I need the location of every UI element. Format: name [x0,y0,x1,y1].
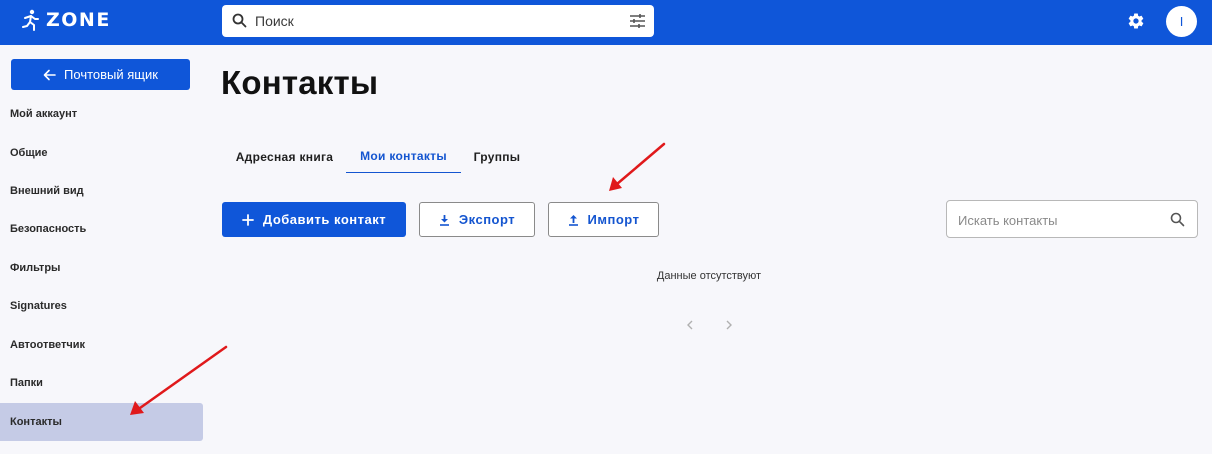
running-person-icon [22,9,39,31]
tab-groups[interactable]: Группы [463,140,531,173]
sidebar-item-general[interactable]: Общие [0,134,203,172]
import-button[interactable]: Импорт [548,202,659,237]
sidebar-item-signatures[interactable]: Signatures [0,287,203,325]
gear-icon[interactable] [1127,12,1145,30]
top-bar: ZONE I [0,0,1212,45]
next-page-button[interactable] [721,317,737,333]
page-title: Контакты [221,64,379,101]
search-icon[interactable] [1170,212,1185,227]
sidebar-item-label: Мой аккаунт [10,108,78,120]
sidebar-item-filters[interactable]: Фильтры [0,249,203,287]
sidebar-item-label: Фильтры [10,262,61,274]
prev-page-button[interactable] [682,317,698,333]
tab-my-contacts[interactable]: Мои контакты [346,140,461,173]
sidebar-item-label: Папки [10,377,43,389]
mailbox-back-button[interactable]: Почтовый ящик [11,59,190,90]
import-label: Импорт [587,212,640,227]
search-icon [232,13,247,28]
logo-text: ZONE [46,9,111,31]
sidebar-item-folders[interactable]: Папки [0,364,203,402]
sidebar-item-appearance[interactable]: Внешний вид [0,172,203,210]
sidebar-item-autoresponder[interactable]: Автоответчик [0,326,203,364]
export-label: Экспорт [458,212,516,227]
tab-address-book[interactable]: Адресная книга [224,140,345,173]
add-contact-label: Добавить контакт [262,212,387,227]
arrow-left-icon [43,69,56,80]
annotation-arrow-import [609,142,666,191]
zone-logo[interactable]: ZONE [22,8,111,32]
contact-search-input[interactable] [958,210,1158,230]
filter-settings-icon[interactable] [629,13,646,29]
sidebar-item-label: Signatures [10,300,67,312]
search-input[interactable] [255,11,605,31]
global-search[interactable] [222,5,654,37]
contact-search[interactable] [946,200,1198,238]
add-contact-button[interactable]: Добавить контакт [222,202,406,237]
sidebar-item-label: Автоответчик [10,339,85,351]
sidebar-item-contacts[interactable]: Контакты [0,403,203,441]
download-icon [439,214,449,226]
sidebar-item-label: Общие [10,147,48,159]
tab-label: Группы [473,149,521,164]
sidebar-item-my-account[interactable]: Мой аккаунт [0,95,203,133]
sidebar-item-label: Безопасность [10,223,87,235]
tab-label: Адресная книга [235,149,334,164]
chevron-right-icon [726,320,732,330]
tab-label: Мои контакты [360,149,447,163]
plus-icon [242,213,254,226]
sidebar-item-security[interactable]: Безопасность [0,210,203,248]
sidebar-item-label: Внешний вид [10,185,84,197]
empty-state-message: Данные отсутствуют [656,270,762,282]
export-button[interactable]: Экспорт [419,202,535,237]
sidebar-item-label: Контакты [10,416,62,428]
avatar[interactable]: I [1166,6,1197,37]
upload-icon [568,214,578,226]
mailbox-button-label: Почтовый ящик [64,67,158,82]
chevron-left-icon [687,320,693,330]
